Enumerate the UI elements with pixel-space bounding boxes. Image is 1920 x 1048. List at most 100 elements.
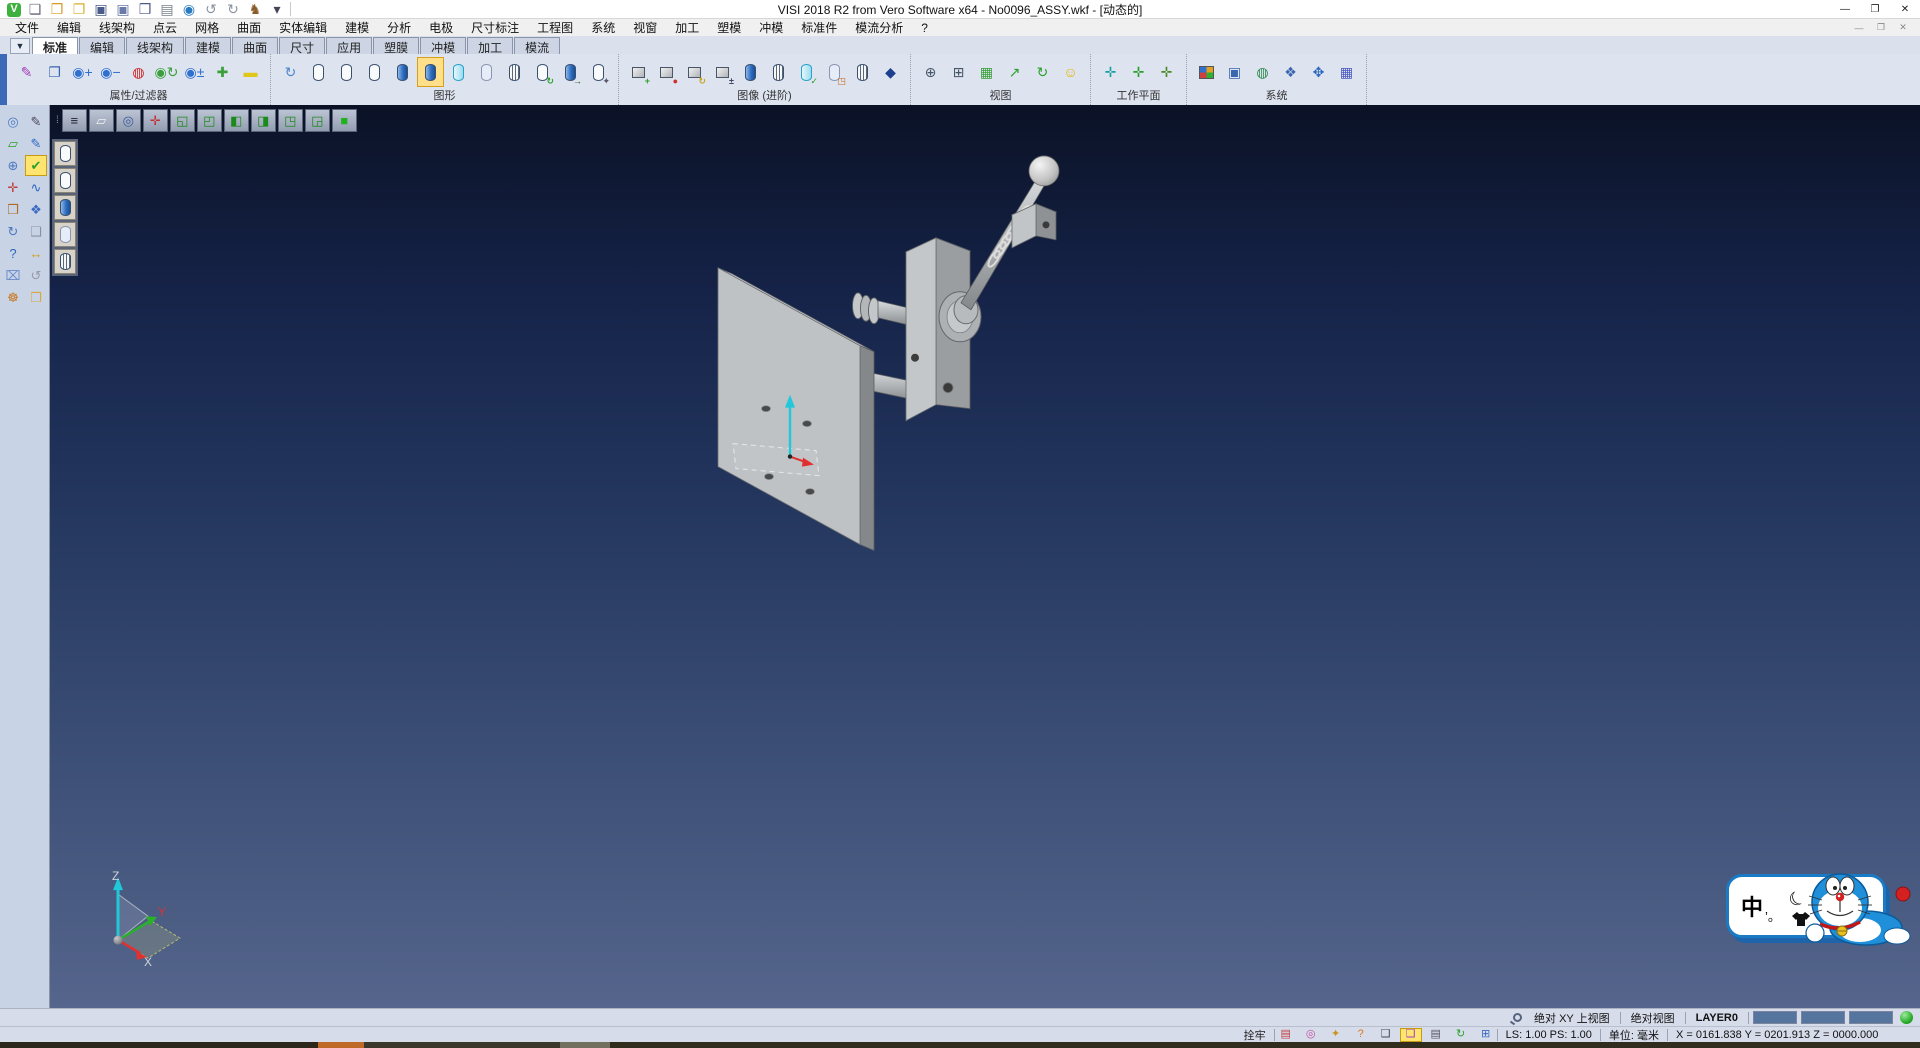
menu-flow-analysis[interactable]: 模流分析: [846, 18, 912, 37]
attributes-brush-icon[interactable]: ✎: [13, 57, 40, 87]
menu-edit[interactable]: 编辑: [48, 18, 90, 37]
menu-help[interactable]: ?: [912, 20, 937, 36]
open-image-icon[interactable]: ❒: [25, 287, 47, 308]
tab-wireframe[interactable]: 线架构: [126, 37, 184, 54]
adv-toggle-icon[interactable]: ±: [709, 57, 736, 87]
delete-trash-icon[interactable]: ⌧: [2, 265, 24, 286]
print-icon[interactable]: ▤: [157, 1, 177, 18]
layers-books-icon[interactable]: ❒: [2, 199, 24, 220]
menu-surface[interactable]: 曲面: [228, 18, 270, 37]
adv-traffic-icon[interactable]: ●: [653, 57, 680, 87]
status-pick-icon[interactable]: ◎: [1300, 1028, 1322, 1042]
adv-striped-cylinder-icon[interactable]: [765, 57, 792, 87]
sketch-pencil-icon[interactable]: ✎: [25, 133, 47, 154]
menu-system[interactable]: 系统: [582, 18, 624, 37]
hide-all-icon[interactable]: ▬: [237, 57, 264, 87]
ime-language-indicator[interactable]: 中: [1741, 890, 1763, 922]
view-refresh-icon[interactable]: ↻: [1029, 57, 1056, 87]
mdi-restore-button[interactable]: ❐: [1870, 21, 1892, 35]
erase-pencil-icon[interactable]: ✎: [25, 111, 47, 132]
clamp-block[interactable]: [906, 238, 981, 421]
adv-refresh-icon[interactable]: ↻: [681, 57, 708, 87]
minimize-button[interactable]: —: [1830, 0, 1860, 18]
absolute-view-label[interactable]: 绝对视图: [1625, 1010, 1681, 1026]
menu-mesh[interactable]: 网格: [186, 18, 228, 37]
clamp-handle[interactable]: [954, 156, 1059, 324]
selection-zoom-icon[interactable]: ◎: [2, 111, 24, 132]
solid-box-icon[interactable]: ❑: [25, 221, 47, 242]
menu-window[interactable]: 视窗: [624, 18, 666, 37]
navigate-wheel-icon[interactable]: ☸: [2, 287, 24, 308]
quick-access-dropdown-icon[interactable]: ▾: [267, 1, 287, 18]
layer-color-swatch[interactable]: [1753, 1011, 1797, 1024]
undo-icon[interactable]: ↺: [201, 1, 221, 18]
menu-pointcloud[interactable]: 点云: [144, 18, 186, 37]
ghost-view-icon[interactable]: [473, 57, 500, 87]
lock-label[interactable]: 拴牢: [1236, 1027, 1274, 1043]
grid-config-icon[interactable]: ▦: [1333, 57, 1360, 87]
preview-icon[interactable]: ◉: [179, 1, 199, 18]
save-icon[interactable]: ▣: [91, 1, 111, 18]
menu-standard-parts[interactable]: 标准件: [792, 18, 846, 37]
hatched-view-icon[interactable]: [501, 57, 528, 87]
shaded-view-icon[interactable]: [389, 57, 416, 87]
menu-machining[interactable]: 加工: [666, 18, 708, 37]
render-status-orb-icon[interactable]: [1900, 1011, 1913, 1024]
confirm-check-icon[interactable]: ✔: [25, 155, 47, 176]
tab-machining[interactable]: 加工: [467, 37, 513, 54]
zoom-in-icon[interactable]: ⊕: [917, 57, 944, 87]
show-entities-icon[interactable]: ◉+: [69, 57, 96, 87]
absolute-xy-view-label[interactable]: 绝对 XY 上视图: [1528, 1010, 1616, 1026]
tab-flow[interactable]: 模流: [514, 37, 560, 54]
menu-file[interactable]: 文件: [6, 18, 48, 37]
adv-hatch-cylinder-icon[interactable]: [849, 57, 876, 87]
shading-smiley-icon[interactable]: ☺: [1057, 57, 1084, 87]
status-help-icon[interactable]: ?: [1350, 1028, 1372, 1042]
workplane-world-icon[interactable]: ✛: [1097, 57, 1124, 87]
tab-application[interactable]: 应用: [326, 37, 372, 54]
open-recent-icon[interactable]: ❐: [69, 1, 89, 18]
menu-dimension[interactable]: 尺寸标注: [462, 18, 528, 37]
tab-molding[interactable]: 塑膜: [373, 37, 419, 54]
filter-page-icon[interactable]: ❐: [41, 57, 68, 87]
hide-entities-icon[interactable]: ◉−: [97, 57, 124, 87]
mdi-minimize-button[interactable]: —: [1848, 21, 1870, 35]
refresh-visibility-icon[interactable]: ◉↻: [153, 57, 180, 87]
plane-select-icon[interactable]: ▱: [2, 133, 24, 154]
help-icon[interactable]: ?: [2, 243, 24, 264]
shaded-edges-view-icon[interactable]: [417, 57, 444, 87]
status-list-icon[interactable]: ▤: [1425, 1028, 1447, 1042]
pan-icon[interactable]: ↗: [1001, 57, 1028, 87]
adv-check-cylinder-icon[interactable]: ✓: [793, 57, 820, 87]
clamp-assembly-model[interactable]: [718, 156, 1059, 551]
menu-mold[interactable]: 塑模: [708, 18, 750, 37]
window-config-icon[interactable]: ❖: [1277, 57, 1304, 87]
status-rotate-icon[interactable]: ↻: [1450, 1028, 1472, 1042]
workplane-view-icon[interactable]: ✛: [1153, 57, 1180, 87]
3d-viewport[interactable]: ⁞ ≡▱◎✛◱◰◧◨◳◲■: [50, 105, 1920, 1008]
zoom-extents-icon[interactable]: ▦: [973, 57, 1000, 87]
mdi-close-button[interactable]: ✕: [1892, 21, 1914, 35]
menu-wireframe[interactable]: 线架构: [90, 18, 144, 37]
save-all-icon[interactable]: ❒: [135, 1, 155, 18]
tab-dimension[interactable]: 尺寸: [279, 37, 325, 54]
menu-modeling[interactable]: 建模: [336, 18, 378, 37]
redo-icon[interactable]: ↻: [223, 1, 243, 18]
menu-electrode[interactable]: 电极: [420, 18, 462, 37]
ime-punctuation-indicator[interactable]: ’。: [1765, 906, 1781, 925]
curve-edit-icon[interactable]: ∿: [25, 177, 47, 198]
toggle-visibility-icon[interactable]: ◉±: [181, 57, 208, 87]
search-icon[interactable]: [1513, 1013, 1522, 1022]
menu-analysis[interactable]: 分析: [378, 18, 420, 37]
snap-config-icon[interactable]: ✥: [1305, 57, 1332, 87]
tab-modeling[interactable]: 建模: [185, 37, 231, 54]
tab-surface[interactable]: 曲面: [232, 37, 278, 54]
model-refresh-icon[interactable]: ↻: [2, 221, 24, 242]
layer-color-swatch[interactable]: [1801, 1011, 1845, 1024]
dashed-hidden-view-icon[interactable]: [361, 57, 388, 87]
3d-scene[interactable]: Z Y X: [50, 105, 1920, 1008]
tab-die[interactable]: 冲模: [420, 37, 466, 54]
workplane-entity-icon[interactable]: ✛: [1125, 57, 1152, 87]
save-as-icon[interactable]: ▣: [113, 1, 133, 18]
undo-gray-icon[interactable]: ↺: [25, 265, 47, 286]
